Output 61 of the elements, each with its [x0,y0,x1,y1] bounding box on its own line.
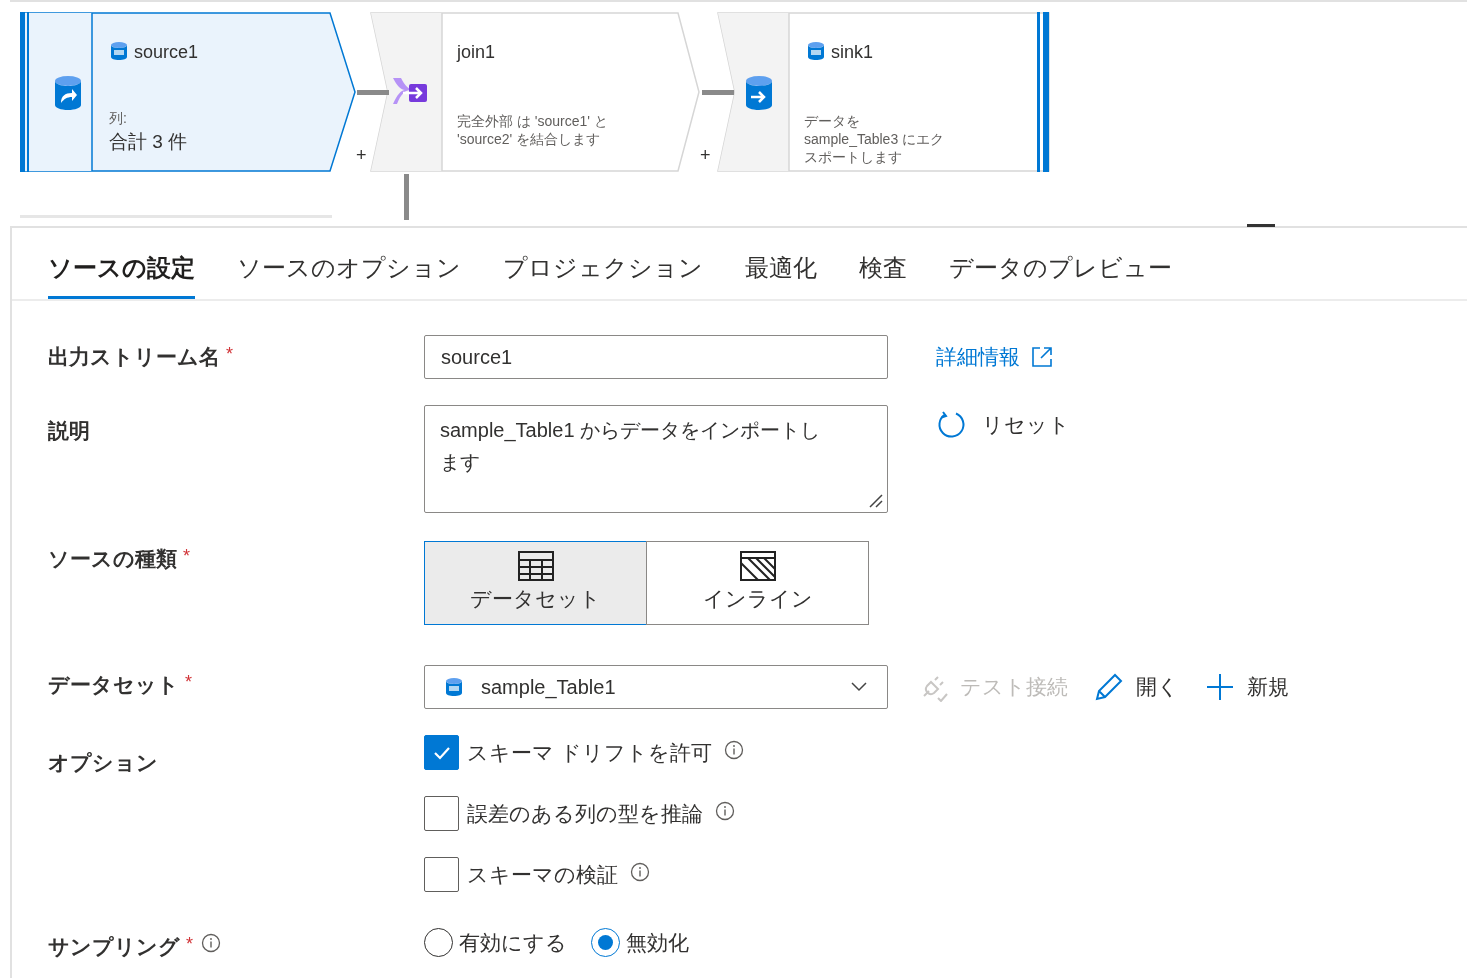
database-icon [54,75,82,111]
database-icon [745,75,773,111]
field-label: ソースの種類 [48,546,177,572]
table-icon [517,551,554,582]
node-detail: 合計 3 件 [109,130,188,154]
checkbox-label: スキーマ ドリフトを許可 [467,739,712,766]
text-area[interactable]: sample_Table1 からデータをインポートします [424,405,888,513]
field-label: サンプリング [48,934,180,960]
tab[interactable]: 検査 [859,250,907,299]
node-title: source1 [134,41,199,64]
text-field[interactable]: source1 [424,335,888,379]
field-label: データセット [48,672,179,698]
checkbox-label: スキーマの検証 [467,861,618,888]
chevron-down-icon [851,682,867,692]
learn-more-link[interactable]: 詳細情報 [936,341,1054,373]
checkmark-icon [432,745,451,760]
tab[interactable]: データのプレビュー [949,250,1172,299]
required-marker: * [186,933,193,956]
checkbox-label: 誤差のある列の型を推論 [467,800,703,827]
node-description: 完全外部 は 'source1' と 'source2' を結合します [457,112,609,148]
node-title: join1 [457,41,496,64]
required-marker: * [185,671,192,694]
source-type-option[interactable]: データセット [424,541,647,625]
info-icon[interactable] [630,861,650,882]
checkbox[interactable] [424,735,459,770]
required-marker: * [183,545,190,568]
info-icon[interactable] [715,800,735,821]
action-button[interactable]: 開く [1094,671,1179,703]
database-icon [807,41,825,61]
info-icon[interactable] [201,933,221,953]
tab[interactable]: 最適化 [745,250,817,299]
flow-node[interactable] [20,12,356,172]
node-title: sink1 [831,41,874,64]
action-button[interactable]: 新規 [1205,671,1289,703]
checkbox[interactable] [424,796,459,831]
info-icon[interactable] [723,739,744,760]
source-type-option[interactable]: インライン [646,541,869,625]
checkbox[interactable] [424,857,459,892]
dataset-dropdown[interactable]: sample_Table1 [424,665,888,709]
splitter-handle[interactable] [1247,224,1275,227]
radio-label: 無効化 [626,930,689,956]
database-icon [445,677,463,697]
add-button[interactable]: + [700,146,711,164]
external-link-icon [1030,345,1054,369]
node-caption: 列: [109,109,127,128]
tab[interactable]: ソースの設定 [48,250,195,299]
field-label: 出力ストリーム名 [48,344,220,370]
database-icon [110,41,128,61]
radio-label: 有効にする [459,930,567,956]
required-marker: * [226,343,233,366]
field-label: 説明 [48,418,90,444]
add-button[interactable]: + [356,146,367,164]
node-description: データを sample_Table3 にエクスポートします [804,112,946,166]
plus-icon [1205,672,1235,702]
hatched-table-icon [739,551,776,582]
tab[interactable]: プロジェクション [503,250,703,299]
field-label: オプション [48,750,158,776]
resize-handle-icon[interactable] [867,492,883,508]
tab[interactable]: ソースのオプション [237,250,461,299]
reset-button[interactable]: リセット [936,409,1070,441]
pencil-icon [1094,672,1124,702]
